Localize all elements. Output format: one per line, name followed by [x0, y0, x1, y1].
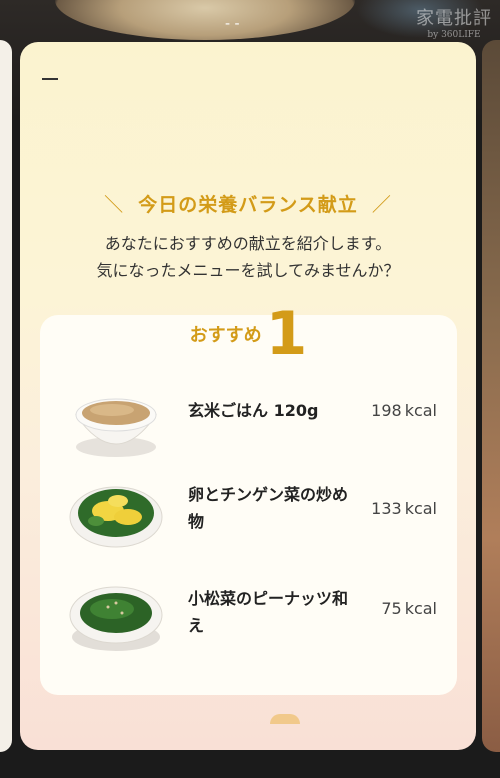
intro-text: あなたにおすすめの献立を紹介します。 気になったメニューを試してみませんか？ [96, 234, 400, 280]
heading-text: 今日の栄養バランス献立 [138, 194, 358, 216]
background-pasta-plate [55, 0, 355, 40]
menu-card: ＼ 今日の栄養バランス献立／ あなたにおすすめの献立を紹介します。 気になったメニ… [20, 42, 476, 750]
list-item[interactable]: 玄米ごはん 120g 198 kcal [40, 373, 457, 473]
brown-rice-bowl-icon [75, 398, 157, 457]
item-name: 玄米ごはん 120g [188, 401, 319, 420]
page-indicator: - - [225, 16, 240, 32]
menu-icon[interactable] [42, 78, 58, 80]
recommendation-title: おすすめ1 [189, 299, 308, 369]
item-name: 卵とチンゲン菜の炒め物 [188, 485, 349, 531]
item-name: 小松菜のピーナッツ和え [188, 589, 349, 635]
watermark-logo: 家電批評 by 360LIFE [416, 8, 492, 40]
previous-card-edge[interactable] [0, 40, 12, 752]
list-item[interactable]: 小松菜のピーナッツ和え 75 kcal [40, 569, 457, 669]
next-card-edge[interactable] [482, 40, 500, 752]
item-calories: 133 kcal [371, 499, 437, 518]
recommendation-number: 1 [265, 299, 308, 369]
item-calories: 75 kcal [381, 599, 437, 618]
egg-bokchoy-plate-icon [69, 486, 163, 548]
next-section-indicator [270, 714, 300, 724]
card-heading: ＼ 今日の栄養バランス献立／ [104, 194, 392, 216]
recommendation-panel: おすすめ1 玄米ごはん 120g 198 kcal 卵とチンゲン菜の炒め物 13… [40, 299, 457, 695]
komatsuna-dish-icon [69, 586, 163, 651]
list-item[interactable]: 卵とチンゲン菜の炒め物 133 kcal [40, 465, 457, 565]
item-calories: 198 kcal [371, 401, 437, 420]
